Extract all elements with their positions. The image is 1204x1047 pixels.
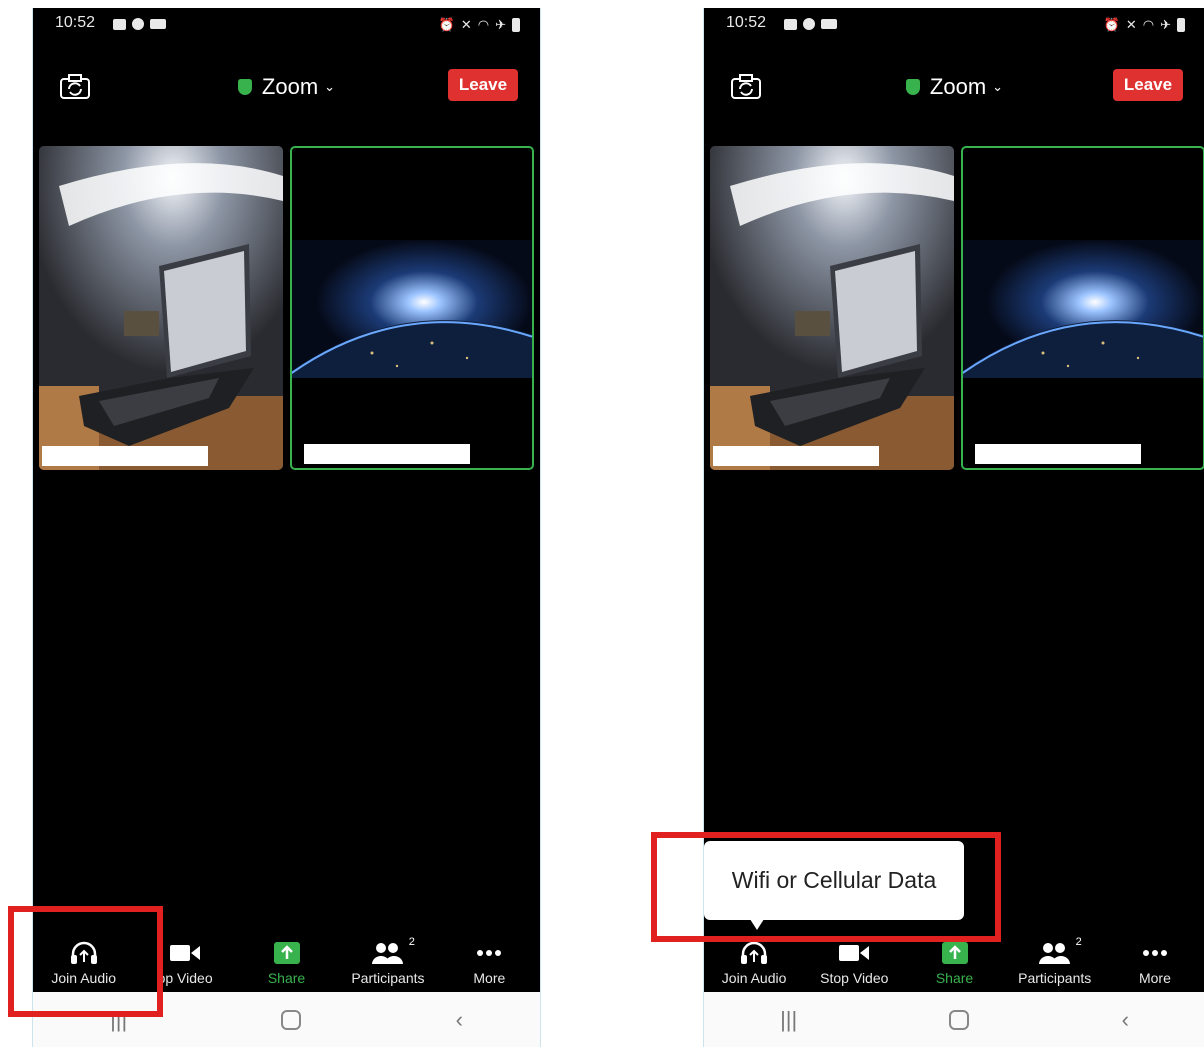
alarm-icon: ⏰ <box>1103 17 1120 32</box>
video-tile-active-speaker[interactable] <box>290 146 534 470</box>
messenger-icon <box>803 18 815 30</box>
video-tile-self[interactable] <box>710 146 954 470</box>
status-time: 10:52 <box>55 14 96 31</box>
participant-name-redacted <box>713 446 879 466</box>
battery-icon <box>1177 18 1185 32</box>
participants-count: 2 <box>1075 936 1082 948</box>
participant-name-redacted <box>42 446 208 466</box>
video-camera-icon <box>839 945 870 961</box>
home-icon[interactable] <box>281 1009 302 1030</box>
back-icon[interactable]: ‹ <box>456 1007 463 1033</box>
gallery-icon <box>113 18 126 30</box>
leave-button[interactable]: Leave <box>1113 69 1183 101</box>
android-nav-bar: ||| ‹ <box>704 992 1204 1047</box>
wifi-icon: ◠ <box>1142 17 1155 32</box>
status-bar: 10:52 ⏰ ✕ ◠ ✈ <box>55 14 520 34</box>
phone-screen-left: 10:52 ⏰ ✕ ◠ ✈ Zoom ⌄ Leave Join Audio op… <box>32 8 541 1047</box>
alarm-icon: ⏰ <box>438 17 455 32</box>
participants-icon <box>371 943 403 964</box>
airplane-icon: ✈ <box>1160 17 1171 32</box>
mute-icon: ✕ <box>460 17 472 32</box>
more-button[interactable]: More <box>439 930 540 992</box>
highlight-wifi-option <box>651 832 1001 942</box>
share-icon <box>273 942 300 964</box>
back-icon[interactable]: ‹ <box>1122 1007 1129 1033</box>
leave-button[interactable]: Leave <box>448 69 518 101</box>
highlight-join-audio <box>8 906 163 1017</box>
messenger-icon <box>132 18 144 30</box>
chevron-down-icon: ⌄ <box>324 79 336 94</box>
gallery-icon <box>784 18 797 30</box>
video-camera-icon <box>170 945 201 961</box>
shield-icon <box>905 79 920 95</box>
wifi-icon: ◠ <box>477 17 490 32</box>
chevron-down-icon: ⌄ <box>992 79 1004 94</box>
mute-icon: ✕ <box>1125 17 1137 32</box>
share-button[interactable]: Share <box>236 930 337 992</box>
participants-count: 2 <box>408 936 415 948</box>
participants-button[interactable]: 2 Participants <box>1005 930 1105 992</box>
status-time: 10:52 <box>726 14 767 31</box>
home-icon[interactable] <box>949 1009 970 1030</box>
participants-icon <box>1038 943 1070 964</box>
status-bar: 10:52 ⏰ ✕ ◠ ✈ <box>726 14 1185 34</box>
more-icon <box>477 950 502 956</box>
participants-button[interactable]: 2 Participants <box>337 930 438 992</box>
video-tile-self[interactable] <box>39 146 283 470</box>
headphones-icon <box>741 941 768 964</box>
more-icon <box>1142 950 1167 956</box>
airplane-icon: ✈ <box>495 17 506 32</box>
video-notification-icon <box>150 19 166 29</box>
participant-name-redacted <box>975 444 1141 464</box>
participant-name-redacted <box>304 444 470 464</box>
video-notification-icon <box>821 19 837 29</box>
shield-icon <box>237 79 252 95</box>
battery-icon <box>512 18 520 32</box>
share-icon <box>941 942 968 964</box>
recent-apps-icon[interactable]: ||| <box>780 1007 797 1033</box>
more-button[interactable]: More <box>1105 930 1204 992</box>
video-tile-active-speaker[interactable] <box>961 146 1204 470</box>
